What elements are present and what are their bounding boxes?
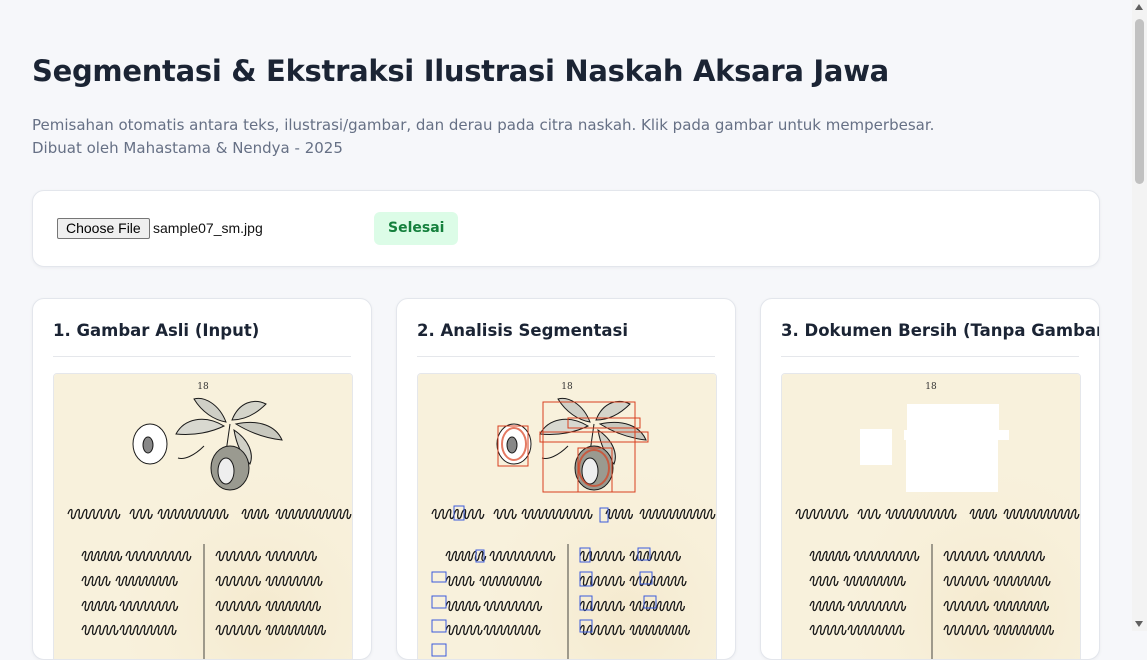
credit-text: Dibuat oleh Mahastama & Nendya - 2025 <box>32 137 934 160</box>
panel-title: 2. Analisis Segmentasi <box>417 321 628 340</box>
segmentation-image[interactable]: 18 <box>417 373 717 660</box>
page-description: Pemisahan otomatis antara teks, ilustras… <box>32 114 934 160</box>
clean-document-image[interactable]: 18 <box>781 373 1081 660</box>
status-badge: Selesai <box>374 212 458 245</box>
original-image[interactable]: 18 <box>53 373 353 660</box>
panel-title: 1. Gambar Asli (Input) <box>53 321 259 340</box>
selected-file-name: sample07_sm.jpg <box>153 220 263 236</box>
script-word <box>858 510 880 519</box>
manuscript-page-number: 18 <box>561 382 573 392</box>
divider <box>417 356 715 357</box>
panel-segmentation: 2. Analisis Segmentasi 18 <box>396 298 736 660</box>
manuscript-page-drawing: 18 <box>418 374 716 660</box>
page-title: Segmentasi & Ekstraksi Ilustrasi Naskah … <box>32 54 889 88</box>
page-scrollbar[interactable] <box>1132 0 1147 631</box>
manuscript-page-drawing: 18 <box>54 374 352 660</box>
scroll-up-arrow-icon[interactable] <box>1135 4 1143 10</box>
upload-card: Choose File sample07_sm.jpg Selesai <box>32 190 1100 267</box>
scrollbar-thumb[interactable] <box>1135 19 1144 184</box>
panel-original: 1. Gambar Asli (Input) 18 <box>32 298 372 660</box>
manuscript-page-number: 18 <box>925 382 937 392</box>
scroll-down-arrow-icon[interactable] <box>1135 621 1143 627</box>
manuscript-page-number: 18 <box>197 382 209 392</box>
description-text: Pemisahan otomatis antara teks, ilustras… <box>32 114 934 137</box>
script-word <box>130 510 152 519</box>
divider <box>53 356 351 357</box>
panel-title: 3. Dokumen Bersih (Tanpa Gambar) <box>781 321 1100 340</box>
manuscript-page-drawing: 18 <box>782 374 1080 660</box>
divider <box>781 356 1079 357</box>
panel-clean-document: 3. Dokumen Bersih (Tanpa Gambar) 18 <box>760 298 1100 660</box>
choose-file-button[interactable]: Choose File <box>57 218 150 239</box>
script-word <box>494 510 516 519</box>
